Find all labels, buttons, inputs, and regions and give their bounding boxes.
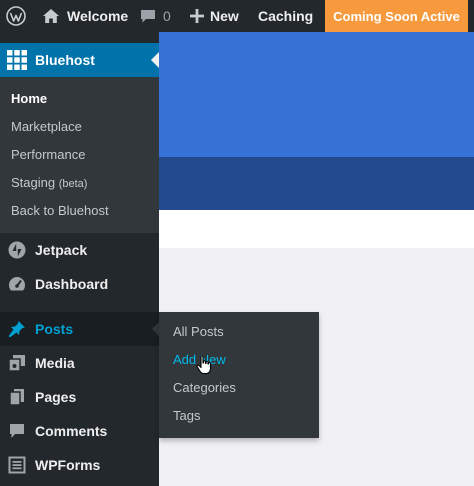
submenu-label: Back to Bluehost (11, 203, 109, 218)
sidebar-item-jetpack[interactable]: Jetpack (0, 233, 159, 267)
hand-pointer-cursor-icon (196, 355, 212, 375)
posts-flyout-arrow (152, 322, 159, 336)
wordpress-logo-button[interactable] (6, 0, 26, 32)
site-home-link[interactable]: Welcome (42, 0, 128, 32)
submenu-label: Marketplace (11, 119, 82, 134)
current-menu-arrow (151, 52, 159, 68)
flyout-item-categories[interactable]: Categories (173, 380, 236, 395)
bluehost-hero-nav-band (159, 157, 474, 210)
flyout-item-all-posts[interactable]: All Posts (173, 324, 224, 339)
submenu-item-performance[interactable]: Performance (11, 147, 85, 162)
submenu-item-marketplace[interactable]: Marketplace (11, 119, 82, 134)
new-content-button[interactable]: New (190, 0, 239, 32)
submenu-label: Staging (11, 175, 56, 190)
content-white-band (159, 210, 474, 248)
sidebar-item-label: Pages (35, 389, 77, 405)
sidebar-item-label: Dashboard (35, 276, 109, 292)
admin-bar: Welcome 0 New Caching Coming Soon Active (0, 0, 474, 32)
flyout-item-label: Tags (173, 408, 201, 423)
pushpin-icon (7, 319, 27, 339)
flyout-item-label: All Posts (173, 324, 224, 339)
comments-count: 0 (163, 8, 171, 24)
sidebar-item-bluehost[interactable]: Bluehost (0, 43, 159, 77)
sidebar-item-pages[interactable]: Pages (0, 380, 159, 414)
flyout-item-tags[interactable]: Tags (173, 408, 200, 423)
wordpress-logo-icon (6, 6, 26, 26)
submenu-label: Home (11, 91, 48, 106)
comment-icon (7, 421, 27, 441)
caching-label: Caching (258, 8, 314, 24)
submenu-item-staging[interactable]: Staging (beta) (11, 175, 87, 190)
plus-icon (190, 9, 204, 23)
sidebar-item-label: Jetpack (35, 242, 88, 258)
posts-flyout-menu: All Posts Add New Categories Tags (159, 312, 319, 438)
comments-link[interactable]: 0 (140, 0, 171, 32)
sidebar-item-label: Comments (35, 423, 108, 439)
wpforms-icon (7, 455, 27, 475)
sidebar-item-label: Bluehost (35, 52, 95, 68)
coming-soon-badge[interactable]: Coming Soon Active (325, 0, 468, 32)
sidebar-item-label: Media (35, 355, 75, 371)
beta-tag: (beta) (58, 178, 88, 190)
coming-soon-label: Coming Soon Active (333, 8, 460, 24)
sidebar-item-dashboard[interactable]: Dashboard (0, 267, 159, 301)
sidebar-item-comments[interactable]: Comments (0, 414, 159, 448)
admin-sidebar: Bluehost Home Marketplace Performance St… (0, 32, 159, 486)
media-icon (7, 353, 27, 373)
bluehost-hero-banner (159, 32, 474, 157)
dashboard-gauge-icon (7, 274, 27, 294)
home-icon (42, 8, 60, 24)
submenu-item-back-to-bluehost[interactable]: Back to Bluehost (11, 203, 109, 218)
jetpack-icon (7, 240, 27, 260)
comment-bubble-icon (140, 8, 156, 24)
new-label: New (210, 8, 239, 24)
sidebar-item-label: Posts (35, 321, 74, 337)
sidebar-item-media[interactable]: Media (0, 346, 159, 380)
grid-icon (7, 50, 27, 70)
submenu-item-home[interactable]: Home (11, 91, 47, 106)
pages-icon (7, 387, 27, 407)
sidebar-item-wpforms[interactable]: WPForms (0, 448, 159, 482)
sidebar-item-label: WPForms (35, 457, 101, 473)
bluehost-submenu: Home Marketplace Performance Staging (be… (0, 77, 159, 233)
flyout-item-label: Categories (173, 380, 236, 395)
sidebar-item-posts[interactable]: Posts (0, 312, 159, 346)
site-name: Welcome (67, 8, 129, 24)
submenu-label: Performance (11, 147, 86, 162)
caching-menu[interactable]: Caching (258, 0, 313, 32)
